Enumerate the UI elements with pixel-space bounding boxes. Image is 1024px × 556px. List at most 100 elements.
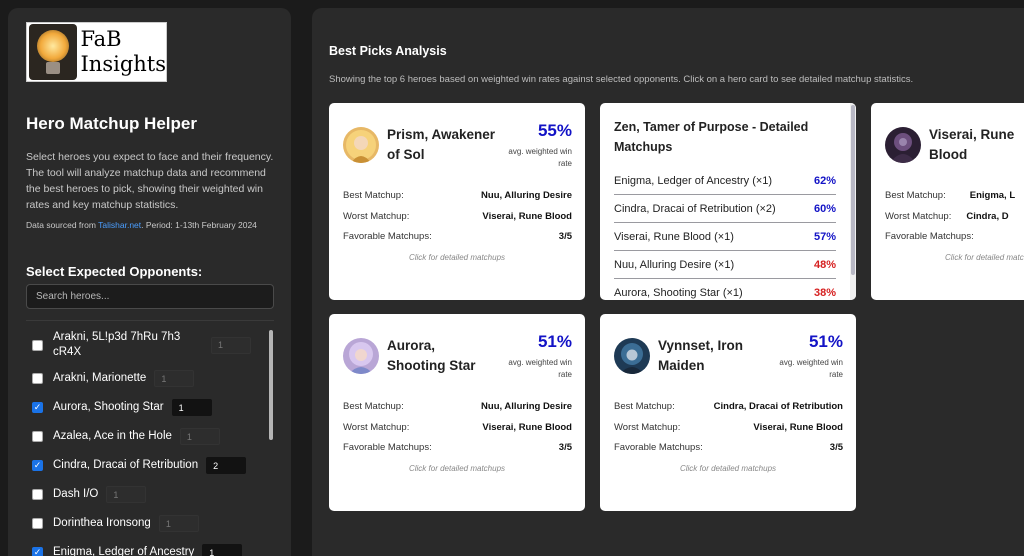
win-rate-label: avg. weighted win rate — [508, 147, 572, 168]
section-title: Best Picks Analysis — [329, 44, 447, 58]
matchup-row: Viserai, Rune Blood (×1) 57% — [614, 223, 836, 251]
best-matchup-line: Best Matchup: Nuu, Alluring Desire — [343, 190, 572, 201]
best-matchup-line: Best Matchup: Enigma, L — [885, 190, 1016, 201]
scrollbar-thumb[interactable] — [269, 330, 273, 440]
click-hint: Click for detailed matchups — [679, 464, 777, 473]
hero-avatar — [614, 338, 650, 374]
detail-scrollbar[interactable] — [850, 103, 856, 300]
hero-quantity-input[interactable]: 1 — [202, 544, 243, 556]
logo-line-1: FaB — [80, 27, 122, 51]
section-subtitle: Showing the top 6 heroes based on weight… — [329, 74, 914, 85]
hero-quantity-input[interactable]: 1 — [158, 515, 199, 532]
hero-checkbox[interactable] — [32, 339, 43, 351]
click-hint: Click for detailed matchups — [408, 464, 506, 473]
talishar-link[interactable]: Talishar.net — [98, 220, 141, 230]
app-title: Hero Matchup Helper — [26, 114, 197, 133]
sidebar: FaB Insights Hero Matchup Helper Select … — [8, 8, 291, 556]
favorable-matchups-value: 3/5 — [558, 442, 572, 453]
hero-card-vynnset[interactable]: Vynnset, Iron Maiden 51% avg. weighted w… — [600, 314, 856, 511]
best-matchup-line: Best Matchup: Cindra, Dracai of Retributi… — [614, 401, 843, 412]
hero-row[interactable]: Azalea, Ace in the Hole 1 — [26, 422, 268, 451]
favorable-matchups-line: Favorable Matchups: 3/5 — [343, 442, 572, 453]
hero-row[interactable]: Arakni, 5L!p3d 7hRu 7h3 cR4X 1 — [26, 326, 268, 364]
hero-row[interactable]: ✓ Enigma, Ledger of Ancestry 1 — [26, 538, 268, 556]
hero-checkbox[interactable] — [32, 373, 43, 384]
worst-matchup-value: Viserai, Rune Blood — [482, 211, 572, 222]
best-matchup-value: Cindra, Dracai of Retribution — [713, 401, 843, 412]
hero-quantity-input[interactable]: 2 — [206, 457, 247, 474]
hero-name: Arakni, Marionette — [53, 372, 147, 384]
hero-row[interactable]: Dorinthea Ironsong 1 — [26, 509, 268, 538]
hero-card-viserai[interactable]: Viserai, Rune Blood Best Matchup: Enigma,… — [871, 103, 1024, 300]
worst-matchup-line: Worst Matchup: Cindra, D — [885, 211, 1009, 222]
hero-list-scrollbar[interactable] — [269, 322, 273, 556]
win-rate: 55% — [537, 121, 572, 140]
divider — [26, 320, 274, 321]
hero-avatar — [343, 127, 379, 163]
hero-name: Vynnset, Iron Maiden — [658, 338, 744, 373]
worst-matchup-value: Viserai, Rune Blood — [482, 422, 572, 433]
scrollbar-thumb[interactable] — [851, 105, 855, 275]
hero-checkbox[interactable]: ✓ — [32, 402, 43, 413]
matchup-row: Cindra, Dracai of Retribution (×2) 60% — [614, 195, 836, 223]
favorable-matchups-line: Favorable Matchups: 3/5 — [343, 231, 572, 242]
hero-checkbox[interactable] — [32, 431, 43, 442]
hero-quantity-input[interactable]: 1 — [211, 336, 251, 354]
hero-quantity-input[interactable]: 1 — [171, 399, 212, 416]
main-panel: Best Picks Analysis Showing the top 6 he… — [312, 8, 1024, 556]
favorable-matchups-value: 3/5 — [829, 442, 843, 453]
hero-list: Arakni, 5L!p3d 7hRu 7h3 cR4X 1 Arakni, M… — [26, 326, 268, 556]
hero-name: Prism, Awakener of Sol — [387, 127, 496, 162]
hero-row[interactable]: ✓ Cindra, Dracai of Retribution 2 — [26, 451, 268, 480]
hero-row[interactable]: Dash I/O 1 — [26, 480, 268, 509]
worst-matchup-value: Viserai, Rune Blood — [753, 422, 843, 433]
hero-search-input[interactable] — [26, 284, 274, 309]
hero-card-aurora[interactable]: Aurora, Shooting Star 51% avg. weighted … — [329, 314, 585, 511]
hero-name: Azalea, Ace in the Hole — [53, 430, 172, 442]
detail-title: Zen, Tamer of Purpose - Detailed Matchup… — [614, 120, 809, 154]
lightbulb-icon — [29, 24, 77, 80]
hero-row[interactable]: Arakni, Marionette 1 — [26, 364, 268, 393]
worst-matchup-line: Worst Matchup: Viserai, Rune Blood — [343, 211, 572, 222]
hero-checkbox[interactable]: ✓ — [32, 547, 43, 556]
win-rate-label: avg. weighted win rate — [779, 358, 843, 379]
worst-matchup-line: Worst Matchup: Viserai, Rune Blood — [343, 422, 572, 433]
hero-quantity-input[interactable]: 1 — [179, 428, 220, 445]
matchup-row: Nuu, Alluring Desire (×1) 48% — [614, 251, 836, 279]
hero-name: Viserai, Rune Blood — [929, 127, 1015, 162]
click-hint: Click for detailed matchups — [408, 253, 506, 262]
matchup-row: Enigma, Ledger of Ancestry (×1) 62% — [614, 167, 836, 195]
best-matchup-value: Enigma, L — [969, 190, 1016, 201]
hero-name: Enigma, Ledger of Ancestry — [53, 546, 195, 556]
hero-row[interactable]: ✓ Aurora, Shooting Star 1 — [26, 393, 268, 422]
detailed-matchups-panel[interactable]: Zen, Tamer of Purpose - Detailed Matchup… — [600, 103, 856, 300]
best-matchup-value: Nuu, Alluring Desire — [481, 190, 572, 201]
hero-checkbox[interactable]: ✓ — [32, 460, 43, 471]
hero-checkbox[interactable] — [32, 489, 43, 500]
hero-checkbox[interactable] — [32, 518, 43, 529]
win-rate: 51% — [808, 332, 843, 351]
hero-name: Aurora, Shooting Star — [53, 401, 164, 413]
hero-name: Arakni, 5L!p3d 7hRu 7h3 cR4X — [53, 331, 181, 358]
hero-avatar — [885, 127, 921, 163]
best-matchup-value: Nuu, Alluring Desire — [481, 401, 572, 412]
favorable-matchups-line: Favorable Matchups: — [885, 231, 974, 242]
worst-matchup-line: Worst Matchup: Viserai, Rune Blood — [614, 422, 843, 433]
hero-name: Dorinthea Ironsong — [53, 517, 151, 529]
hero-quantity-input[interactable]: 1 — [154, 370, 195, 387]
hero-name: Cindra, Dracai of Retribution — [53, 459, 199, 471]
click-hint: Click for detailed matchups — [945, 253, 1024, 262]
matchup-row: Aurora, Shooting Star (×1) 38% — [614, 279, 836, 300]
favorable-matchups-value: 3/5 — [558, 231, 572, 242]
hero-avatar — [343, 338, 379, 374]
hero-card-prism[interactable]: Prism, Awakener of Sol 55% avg. weighted… — [329, 103, 585, 300]
win-rate-label: avg. weighted win rate — [508, 358, 572, 379]
app-description: Select heroes you expect to face and the… — [26, 151, 274, 211]
hero-name: Dash I/O — [53, 488, 99, 500]
worst-matchup-value: Cindra, D — [966, 211, 1009, 222]
win-rate: 51% — [537, 332, 572, 351]
fab-insights-logo: FaB Insights — [26, 22, 167, 82]
data-source-note: Data sourced from Talishar.net. Period: … — [26, 220, 257, 230]
hero-quantity-input[interactable]: 1 — [106, 486, 147, 503]
hero-name: Aurora, Shooting Star — [387, 338, 476, 373]
